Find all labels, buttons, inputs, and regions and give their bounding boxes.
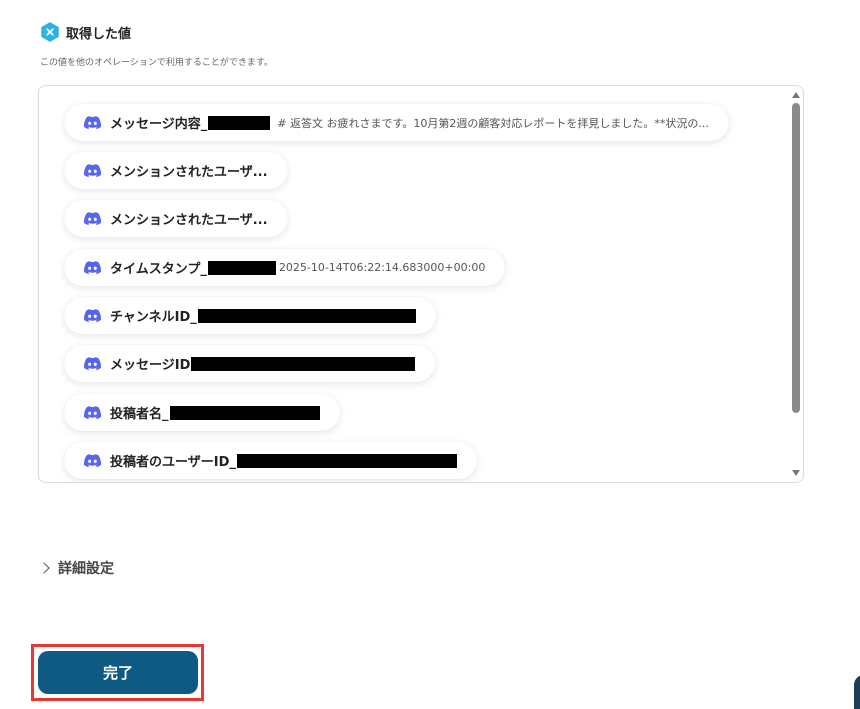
chevron-right-icon [38, 562, 50, 574]
value-chip-author-name[interactable]: 投稿者名_ [64, 394, 340, 431]
value-chip-message-content[interactable]: メッセージ内容_ # 返答文 お疲れさまです。10月第2週の顧客対応レポートを拝… [64, 104, 729, 141]
value-chip-channel-id[interactable]: チャンネルID_ [64, 297, 436, 334]
advanced-settings-label: 詳細設定 [58, 561, 114, 577]
value-chip-message-id[interactable]: メッセージID [64, 345, 436, 382]
values-list-panel: メッセージ内容_ # 返答文 お疲れさまです。10月第2週の顧客対応レポートを拝… [38, 85, 804, 483]
discord-icon [84, 164, 101, 177]
value-chip-mentioned-users-2[interactable]: メンションされたユーザ... [64, 200, 288, 237]
redaction-block [191, 356, 416, 371]
discord-icon [84, 116, 101, 129]
redaction-block [169, 405, 320, 420]
discord-icon [84, 406, 101, 419]
advanced-settings-toggle[interactable]: 詳細設定 [38, 558, 114, 578]
scrollbar-thumb[interactable] [792, 103, 800, 413]
value-chip-label: チャンネルID_ [110, 310, 197, 325]
value-chip-label: メンションされたユーザ... [110, 213, 268, 228]
section-subtitle: この値を他のオペレーションで利用することができます。 [40, 58, 273, 68]
value-chip-label: 投稿者のユーザーID_ [110, 455, 236, 470]
discord-icon [84, 261, 101, 274]
redaction-block [208, 115, 271, 130]
value-chip-label: タイムスタンプ_ [110, 262, 207, 277]
scroll-up-arrow-icon[interactable] [792, 92, 800, 98]
discord-icon [84, 357, 101, 370]
redaction-block [207, 260, 276, 275]
vertical-scrollbar[interactable] [789, 86, 803, 482]
discord-icon [84, 309, 101, 322]
done-button[interactable]: 完了 [38, 651, 198, 694]
scroll-down-arrow-icon[interactable] [792, 470, 800, 476]
value-chip-preview: 2025-10-14T06:22:14.683000+00:00 [278, 261, 486, 274]
value-chip-label: メンションされたユーザ... [110, 165, 268, 180]
value-chip-label: メッセージID [110, 358, 191, 373]
value-chip-label: メッセージ内容_ [110, 117, 208, 132]
redaction-block [197, 308, 416, 323]
value-chip-timestamp[interactable]: タイムスタンプ_ 2025-10-14T06:22:14.683000+00:0… [64, 249, 506, 286]
value-chip-preview: # 返答文 お疲れさまです。10月第2週の顧客対応レポートを拝見しました。**状… [277, 116, 709, 130]
section-title: 取得した値 [66, 26, 132, 42]
discord-icon [84, 212, 101, 225]
hexagon-x-icon [41, 22, 59, 42]
corner-widget [854, 675, 860, 709]
value-chip-mentioned-users-1[interactable]: メンションされたユーザ... [64, 152, 288, 189]
redaction-block [236, 453, 457, 468]
value-chip-label: 投稿者名_ [110, 407, 169, 422]
section-header: 取得した値 [40, 22, 131, 42]
discord-icon [84, 454, 101, 467]
value-chip-author-user-id[interactable]: 投稿者のユーザーID_ [64, 442, 477, 479]
